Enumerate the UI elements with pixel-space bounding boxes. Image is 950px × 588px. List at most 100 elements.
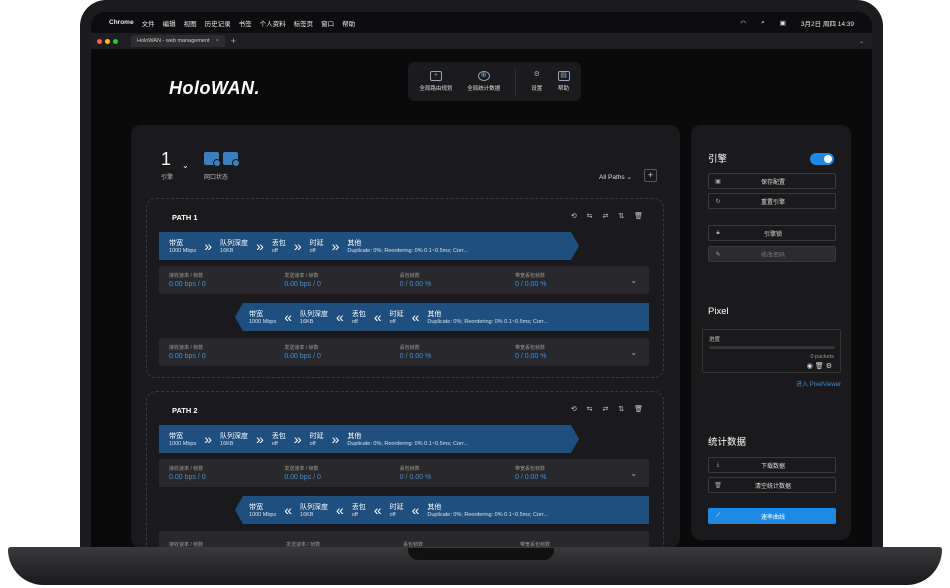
engine-dropdown-chevron-icon[interactable]: ⌄ xyxy=(182,161,189,170)
pencil-icon: ✎ xyxy=(715,251,721,258)
laptop-notch xyxy=(408,548,554,560)
menubar-clock[interactable]: 3月2日 周四 14:39 xyxy=(801,18,854,28)
add-path-button[interactable]: + xyxy=(644,169,657,182)
expand-chevron-icon[interactable]: ⌄ xyxy=(630,348,637,357)
nav-label: 帮助 xyxy=(558,86,570,92)
nav-settings[interactable]: ⚙ 设置 xyxy=(531,71,543,92)
chevron-left-icon: « xyxy=(284,309,293,325)
bandwidth-field: 带宽 1000 Mbps xyxy=(249,504,277,518)
clear-stats-button[interactable]: 🗑︎ 清空统计数据 xyxy=(708,477,836,493)
plus-square-icon: + xyxy=(429,71,442,81)
trash-icon: 🗑︎ xyxy=(714,482,722,489)
chevron-left-icon: « xyxy=(411,502,420,518)
packet-loss-field: 丢包 off xyxy=(351,311,366,325)
tab-search-chevron-icon[interactable]: ⌄ xyxy=(859,38,864,45)
other-field: 其他 Duplicate: 0%; Reordering: 0% 0.1~0.5m… xyxy=(347,240,469,254)
stat-rx: 接收速率 / 帧数 0.00 bps / 0 xyxy=(169,345,206,360)
top-navigation: + 全局路由规划 ⊕ 全局统计数据 ⚙ 设置 ▤ 帮助 xyxy=(408,62,581,101)
nav-global-route[interactable]: + 全局路由规划 xyxy=(419,71,452,92)
menubar-item-profile[interactable]: 个人资料 xyxy=(260,18,286,28)
stat-bw-loss: 带宽丢包帧数 0 / 0.00 % xyxy=(514,466,547,481)
forward-link-band[interactable]: 带宽 1000 Mbps » 队列深度 16KB » 丢包 off » 时延 off »… xyxy=(159,425,579,453)
menubar-item-bookmarks[interactable]: 书签 xyxy=(239,18,252,28)
download-data-button[interactable]: ⤓ 下载数据 xyxy=(708,457,836,473)
bandwidth-field: 带宽 1000 Mbps xyxy=(169,240,197,254)
queue-depth-field: 队列深度 16KB xyxy=(300,311,329,325)
chevron-right-icon: » xyxy=(256,431,264,447)
wifi-icon[interactable]: ◠ xyxy=(740,19,746,27)
port-status-label: 网口状态 xyxy=(204,175,229,181)
engine-toggle[interactable] xyxy=(810,153,834,165)
stat-tx: 发送速率 / 帧数 0.00 bps / 0 xyxy=(284,273,321,288)
menubar-item-file[interactable]: 文件 xyxy=(142,18,155,28)
packet-loss-field: 丢包 off xyxy=(271,433,286,447)
bandwidth-field: 带宽 1000 Mbps xyxy=(169,433,197,447)
play-icon[interactable]: ◉ xyxy=(807,363,815,370)
macos-menubar: Chrome 文件 编辑 视图 历史记录 书签 个人资料 标签页 窗口 帮助 ◠… xyxy=(91,12,872,33)
path-title: PATH 2 xyxy=(172,406,198,415)
nav-global-stats[interactable]: ⊕ 全局统计数据 xyxy=(467,71,500,92)
gear-icon[interactable]: ⚙ xyxy=(826,363,834,370)
stat-tx: 发送速率 / 帧数 0.00 bps / 0 xyxy=(284,345,321,360)
pixelviewer-link[interactable]: 进入 PixelViewer xyxy=(796,379,841,388)
pixel-section-title: Pixel xyxy=(708,306,729,317)
reverse-stats-row[interactable]: 接收速率 / 帧数 发送速率 / 帧数 丢包帧数 带宽丢包帧数 xyxy=(159,531,649,548)
path-card: PATH 2 ⟲ ⇆ ⇄ ⇅ 🗑 带宽 1000 Mbps » 队列深度 16KB … xyxy=(146,391,664,548)
port-1-icon[interactable] xyxy=(204,152,221,167)
menubar-item-help[interactable]: 帮助 xyxy=(342,18,355,28)
menubar-item-history[interactable]: 历史记录 xyxy=(205,18,231,28)
menubar-item-view[interactable]: 视图 xyxy=(184,18,197,28)
path-toolbar-icons[interactable]: ⟲ ⇆ ⇄ ⇅ 🗑 xyxy=(571,212,647,220)
change-password-button[interactable]: ✎ 修改密码 xyxy=(708,246,836,262)
stat-rx: 接收速率 / 帧数 0.00 bps / 0 xyxy=(169,466,206,481)
trash-icon[interactable]: 🗑︎ xyxy=(815,363,826,370)
tab-close-icon[interactable]: × xyxy=(216,38,219,44)
engine-lock-button[interactable]: 🔒︎ 引擎锁 xyxy=(708,225,836,241)
book-icon: ▤ xyxy=(557,71,570,81)
reverse-link-band[interactable]: 带宽 1000 Mbps « 队列深度 16KB « 丢包 off « 时延 off «… xyxy=(235,496,649,524)
menubar-item-window[interactable]: 窗口 xyxy=(321,18,334,28)
browser-tab[interactable]: HoloWAN - web management × xyxy=(131,35,225,47)
engine-label: 引擎 xyxy=(161,175,174,181)
engine-section-title: 引擎 xyxy=(708,154,728,165)
port-2-icon[interactable] xyxy=(223,152,240,167)
menubar-app-name[interactable]: Chrome xyxy=(109,19,134,26)
path-toolbar-icons[interactable]: ⟲ ⇆ ⇄ ⇅ 🗑 xyxy=(571,405,647,413)
forward-stats-row[interactable]: 接收速率 / 帧数 0.00 bps / 0 发送速率 / 帧数 0.00 bps … xyxy=(159,459,649,487)
progress-bar xyxy=(709,346,835,349)
pixel-progress-box: 进度 0 packets ◉🗑︎⚙ xyxy=(702,329,841,373)
rate-curve-button[interactable]: ⟋ 速率曲线 xyxy=(708,508,836,524)
nav-label: 全局路由规划 xyxy=(419,86,453,92)
chevron-right-icon: » xyxy=(293,238,302,254)
search-icon[interactable]: ⌕ xyxy=(761,19,765,27)
all-paths-dropdown[interactable]: All Paths ⌄ xyxy=(599,173,632,181)
control-center-icon[interactable]: ▣ xyxy=(780,19,786,27)
chevron-left-icon: « xyxy=(336,502,344,518)
zoom-window-button[interactable] xyxy=(113,38,118,44)
engine-number[interactable]: 1 xyxy=(161,149,171,170)
expand-chevron-icon[interactable]: ⌄ xyxy=(630,469,637,478)
chevron-left-icon: « xyxy=(411,309,420,325)
holowan-logo: HoloWAN. xyxy=(169,78,260,98)
nav-help[interactable]: ▤ 帮助 xyxy=(557,71,570,92)
menubar-item-tab[interactable]: 标签页 xyxy=(294,18,314,28)
chevron-right-icon: » xyxy=(256,238,264,254)
menubar-item-edit[interactable]: 编辑 xyxy=(163,18,176,28)
chevron-right-icon: » xyxy=(331,431,340,447)
tab-title: HoloWAN - web management xyxy=(137,38,210,44)
reverse-stats-row[interactable]: 接收速率 / 帧数 0.00 bps / 0 发送速率 / 帧数 0.00 bps … xyxy=(159,338,649,366)
expand-chevron-icon[interactable]: ⌄ xyxy=(630,276,637,285)
save-config-button[interactable]: ▣ 保存配置 xyxy=(708,173,836,189)
side-panel: 引擎 ▣ 保存配置 ↻ 重置引擎 🔒︎ 引擎锁 ✎ 修改密码 Pixel 进度 0 pa… xyxy=(691,125,851,540)
other-field: 其他 Duplicate: 0%; Reordering: 0% 0.1~0.5m… xyxy=(347,433,469,447)
forward-link-band[interactable]: 带宽 1000 Mbps » 队列深度 16KB » 丢包 off » 时延 off »… xyxy=(159,232,579,260)
forward-stats-row[interactable]: 接收速率 / 帧数 0.00 bps / 0 发送速率 / 帧数 0.00 bps … xyxy=(159,266,649,294)
minimize-window-button[interactable] xyxy=(105,38,110,44)
reset-engine-button[interactable]: ↻ 重置引擎 xyxy=(708,193,836,209)
close-window-button[interactable] xyxy=(97,38,102,44)
reverse-link-band[interactable]: 带宽 1000 Mbps « 队列深度 16KB « 丢包 off « 时延 off «… xyxy=(235,303,649,331)
stat-loss: 丢包帧数 0 / 0.00 % xyxy=(399,273,432,288)
gear-icon: ⚙ xyxy=(533,71,540,78)
port-status-icons xyxy=(204,152,240,167)
new-tab-button[interactable]: + xyxy=(231,36,236,46)
